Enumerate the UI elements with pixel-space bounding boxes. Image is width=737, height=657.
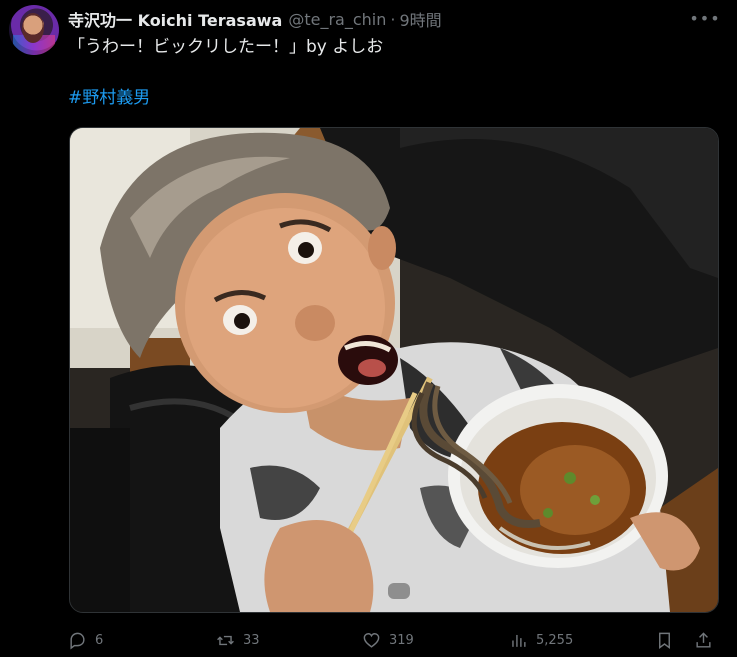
separator-dot: · — [390, 9, 396, 29]
bookmark-button[interactable] — [655, 626, 674, 654]
reply-count: 6 — [95, 632, 104, 648]
photo-illustration — [70, 128, 718, 612]
tweet-header: 寺沢功一 Koichi Terasawa @te_ra_chin · 9時間 — [68, 6, 442, 32]
reply-icon — [70, 632, 85, 649]
bookmark-icon — [659, 632, 670, 649]
reply-button[interactable]: 6 — [68, 626, 103, 654]
user-handle[interactable]: @te_ra_chin — [288, 10, 386, 29]
avatar[interactable] — [9, 5, 59, 55]
like-count: 319 — [389, 632, 414, 648]
share-button[interactable] — [694, 626, 713, 654]
share-icon — [696, 631, 711, 648]
display-name[interactable]: 寺沢功一 Koichi Terasawa — [68, 7, 282, 31]
tweet-photo[interactable] — [69, 127, 719, 613]
views-button[interactable]: 5,255 — [509, 626, 573, 654]
timestamp[interactable]: 9時間 — [399, 7, 441, 31]
heart-icon — [363, 632, 380, 648]
views-count: 5,255 — [536, 632, 574, 648]
like-button[interactable]: 319 — [362, 626, 414, 654]
more-options-button[interactable]: ••• — [689, 8, 719, 28]
hashtag-link[interactable]: #野村義男 — [68, 86, 150, 110]
avatar-face — [22, 13, 44, 43]
bar-chart-icon — [512, 634, 526, 647]
retweet-count: 33 — [243, 632, 260, 648]
tweet[interactable]: 寺沢功一 Koichi Terasawa @te_ra_chin · 9時間 •… — [0, 0, 737, 657]
tweet-text: 「うわー！ビックリしたー！」by よしお — [68, 37, 384, 57]
retweet-icon — [217, 635, 234, 645]
more-horizontal-icon: ••• — [689, 8, 721, 28]
action-bar: 6 33 319 5,255 — [68, 626, 718, 654]
retweet-button[interactable]: 33 — [216, 626, 260, 654]
